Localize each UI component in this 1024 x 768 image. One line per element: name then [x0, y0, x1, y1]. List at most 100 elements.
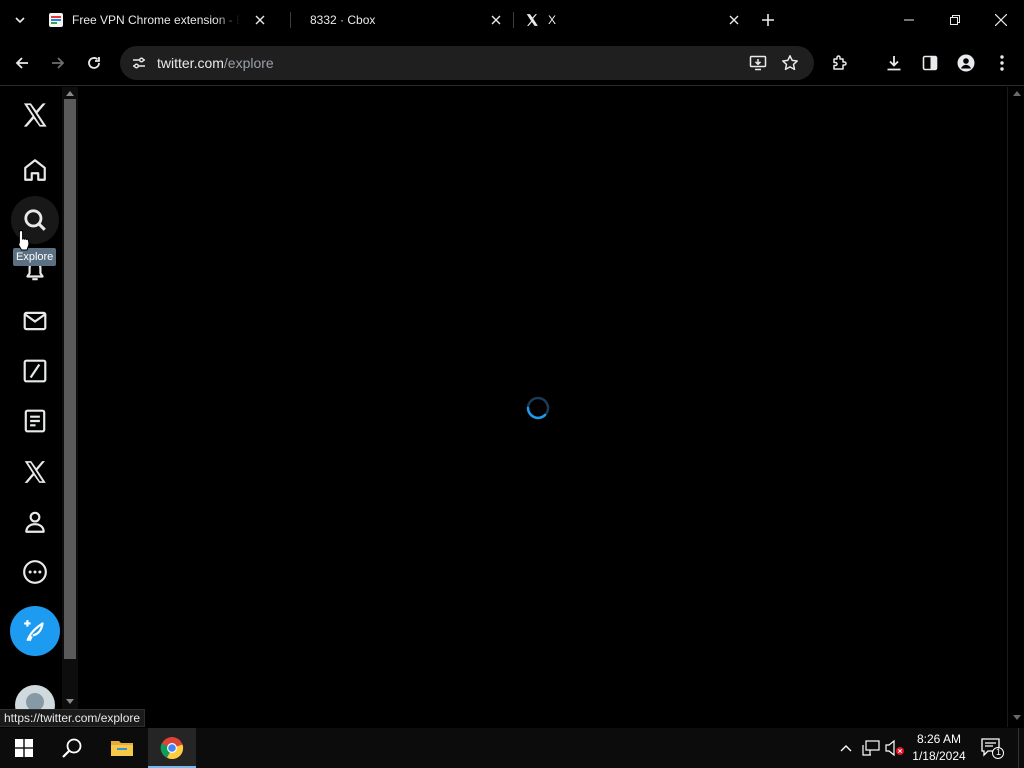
browser-toolbar: twitter.com/explore	[0, 40, 1024, 86]
tab-strip: Free VPN Chrome extension - B 8332 · Cbo…	[0, 0, 1024, 40]
download-icon	[887, 56, 901, 71]
lists-icon	[24, 409, 46, 433]
bookmark-star-icon[interactable]	[779, 52, 801, 74]
x-logo-icon	[524, 12, 540, 28]
notification-count: 1	[995, 747, 1001, 757]
chevron-down-icon	[15, 17, 25, 24]
puzzle-icon	[833, 55, 847, 70]
mail-icon	[23, 311, 47, 331]
scroll-up-arrow-icon[interactable]	[1013, 90, 1021, 96]
main-content-area	[78, 87, 1006, 727]
url-text[interactable]: twitter.com/explore	[157, 55, 274, 71]
profile-button[interactable]	[952, 49, 980, 77]
arrow-right-icon	[52, 57, 65, 69]
tab-separator	[513, 12, 514, 28]
tab-title: 8332 · Cbox	[310, 13, 376, 27]
forward-button[interactable]	[44, 49, 72, 77]
site-info-icon[interactable]	[126, 50, 152, 76]
loading-spinner-icon	[526, 396, 550, 420]
network-tray-icon[interactable]	[861, 738, 881, 758]
chrome-icon	[160, 737, 184, 760]
profile-icon	[25, 511, 45, 533]
show-desktop-button[interactable]	[1018, 728, 1024, 768]
chevron-up-icon	[840, 745, 852, 752]
sidebar-item-more[interactable]	[11, 548, 59, 596]
sidebar-item-home[interactable]	[11, 146, 59, 194]
grok-icon	[23, 359, 47, 383]
minimize-icon	[904, 19, 914, 21]
downloads-button[interactable]	[880, 49, 908, 77]
url-path: /explore	[223, 55, 274, 71]
chrome-taskbar-button[interactable]	[148, 728, 196, 768]
kebab-menu-icon	[1000, 55, 1004, 71]
home-icon	[24, 159, 46, 181]
extensions-button[interactable]	[826, 49, 854, 77]
more-icon	[23, 560, 47, 584]
reload-icon	[88, 57, 100, 69]
address-bar[interactable]: twitter.com/explore	[120, 46, 814, 80]
tab-separator	[290, 12, 291, 28]
close-icon[interactable]	[488, 12, 504, 28]
close-window-button[interactable]	[978, 0, 1024, 40]
action-center-button[interactable]: 1	[980, 736, 1004, 760]
tab-search-button[interactable]	[8, 8, 32, 32]
sidebar-item-messages[interactable]	[11, 297, 59, 345]
scroll-down-arrow-icon[interactable]	[66, 699, 74, 705]
install-app-icon[interactable]	[747, 52, 769, 74]
plus-icon	[762, 14, 774, 26]
restore-icon	[950, 15, 960, 25]
taskbar-clock[interactable]: 8:26 AM 1/18/2024	[906, 731, 972, 765]
clock-time: 8:26 AM	[916, 732, 962, 746]
new-tab-button[interactable]	[756, 8, 780, 32]
start-button[interactable]	[0, 728, 48, 768]
windows-logo-icon	[15, 739, 33, 757]
x-logo-icon	[23, 103, 47, 127]
sidebar-item-premium[interactable]	[11, 448, 59, 496]
clock-date: 1/18/2024	[912, 749, 966, 763]
show-hidden-icons-button[interactable]	[836, 738, 856, 758]
sidebar-item-grok[interactable]	[11, 347, 59, 395]
arrow-left-icon	[15, 57, 28, 69]
scroll-down-arrow-icon[interactable]	[1013, 715, 1021, 721]
sidebar-item-lists[interactable]	[11, 397, 59, 445]
web-page: Explore	[0, 87, 1024, 727]
search-icon	[62, 738, 82, 758]
restore-button[interactable]	[932, 0, 978, 40]
feather-plus-icon	[24, 620, 44, 642]
folder-icon	[111, 741, 133, 756]
vpn-favicon	[48, 12, 64, 28]
hand-cursor-icon	[18, 229, 30, 251]
side-panel-button[interactable]	[916, 49, 944, 77]
close-icon[interactable]	[726, 12, 742, 28]
menu-button[interactable]	[988, 49, 1016, 77]
volume-muted-icon	[885, 739, 904, 757]
tab-title: Free VPN Chrome extension - B	[72, 13, 240, 27]
reload-button[interactable]	[80, 49, 108, 77]
scroll-up-arrow-icon[interactable]	[66, 90, 74, 96]
url-host: twitter.com	[157, 55, 224, 71]
close-icon	[995, 14, 1007, 26]
side-panel-icon	[922, 55, 938, 71]
windows-taskbar: 8:26 AM 1/18/2024 1	[0, 728, 1024, 768]
tab-title: X	[548, 13, 557, 27]
post-button[interactable]	[10, 606, 60, 656]
sidebar-item-profile[interactable]	[11, 498, 59, 546]
scrollbar-thumb[interactable]	[64, 99, 76, 659]
close-icon[interactable]	[252, 12, 268, 28]
tab-x[interactable]: X	[516, 4, 748, 36]
tab-vpn[interactable]: Free VPN Chrome extension - B	[40, 4, 274, 36]
sidebar-scrollbar[interactable]	[62, 87, 78, 711]
tab-cbox[interactable]: 8332 · Cbox	[300, 4, 510, 36]
minimize-button[interactable]	[886, 0, 932, 40]
person-icon	[957, 54, 975, 72]
sidebar-item-x-home-logo[interactable]	[11, 91, 59, 139]
page-scrollbar[interactable]	[1007, 87, 1024, 727]
x-sidebar-nav: Explore	[0, 87, 62, 727]
back-button[interactable]	[8, 49, 36, 77]
file-explorer-button[interactable]	[98, 728, 146, 768]
x-premium-icon	[24, 461, 46, 483]
status-bubble-url: https://twitter.com/explore	[0, 709, 146, 727]
network-icon	[862, 740, 880, 756]
taskbar-search-button[interactable]	[48, 728, 96, 768]
volume-tray-icon[interactable]	[885, 738, 905, 758]
